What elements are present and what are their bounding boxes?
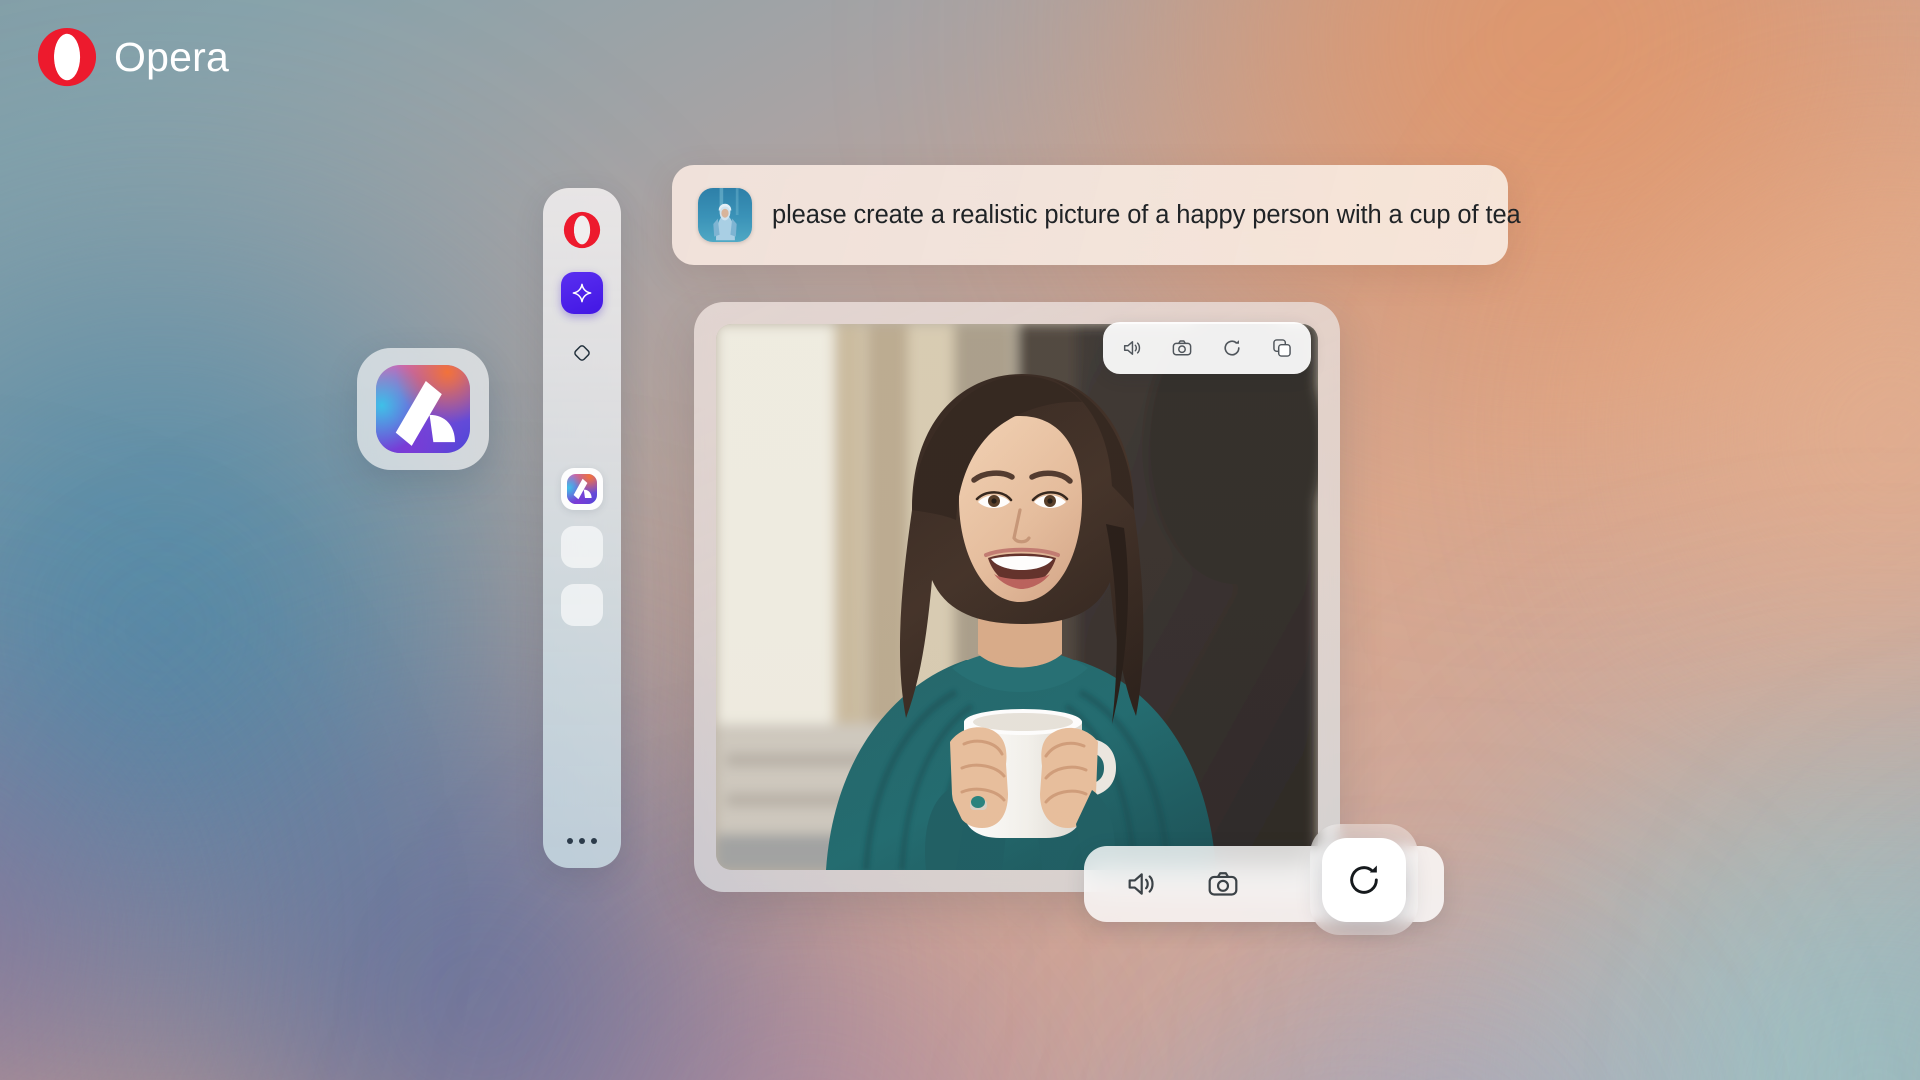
- camera-icon: [1172, 340, 1192, 356]
- opera-wordmark: Opera: [114, 33, 229, 80]
- sidebar-item-empty-slot-1[interactable]: [561, 526, 603, 568]
- user-avatar: [698, 188, 752, 242]
- read-aloud-button[interactable]: [1117, 333, 1147, 363]
- speaker-icon: [1123, 341, 1141, 355]
- toolbar-bottom-group: [1084, 822, 1444, 937]
- regenerate-button[interactable]: [1322, 838, 1406, 922]
- screenshot-button[interactable]: [1167, 333, 1197, 363]
- camera-icon: [1208, 872, 1238, 896]
- screenshot-button[interactable]: [1200, 861, 1246, 907]
- copy-button[interactable]: [1267, 333, 1297, 363]
- app-glyph: [573, 478, 592, 500]
- sidebar-item-empty-slot-2[interactable]: [561, 584, 603, 626]
- diamond-outline-icon: [574, 345, 590, 361]
- refresh-icon: [1350, 865, 1378, 894]
- read-aloud-button[interactable]: [1118, 861, 1164, 907]
- app-icon-floating[interactable]: [357, 348, 489, 470]
- sparkle-star-icon: [572, 283, 592, 303]
- opera-o-icon: [37, 27, 97, 87]
- sidebar-item-opera-home[interactable]: [562, 210, 602, 250]
- toolbar-top: [1103, 322, 1311, 374]
- photo-content: [716, 324, 1318, 870]
- generated-image-card: [694, 302, 1340, 892]
- app-glyph-large: [395, 380, 455, 446]
- opera-logo: Opera: [36, 26, 229, 88]
- sidebar: [543, 188, 621, 868]
- gradient-app-icon-large: [376, 365, 470, 453]
- app-stage: Opera please create a realistic picture …: [0, 0, 1920, 1080]
- sidebar-item-diamond-tool[interactable]: [569, 340, 595, 366]
- generated-image[interactable]: [716, 324, 1318, 870]
- avatar-image: [698, 188, 752, 242]
- copy-icon: [1273, 339, 1291, 357]
- sidebar-item-aria-assistant[interactable]: [561, 272, 603, 314]
- prompt-text: please create a realistic picture of a h…: [772, 200, 1521, 229]
- gradient-app-icon: [567, 474, 597, 504]
- sidebar-item-image-app[interactable]: [561, 468, 603, 510]
- prompt-bar[interactable]: please create a realistic picture of a h…: [672, 165, 1521, 265]
- regenerate-button[interactable]: [1217, 333, 1247, 363]
- speaker-icon: [1128, 873, 1154, 895]
- refresh-icon: [1224, 340, 1240, 356]
- more-dots-icon[interactable]: [567, 838, 597, 844]
